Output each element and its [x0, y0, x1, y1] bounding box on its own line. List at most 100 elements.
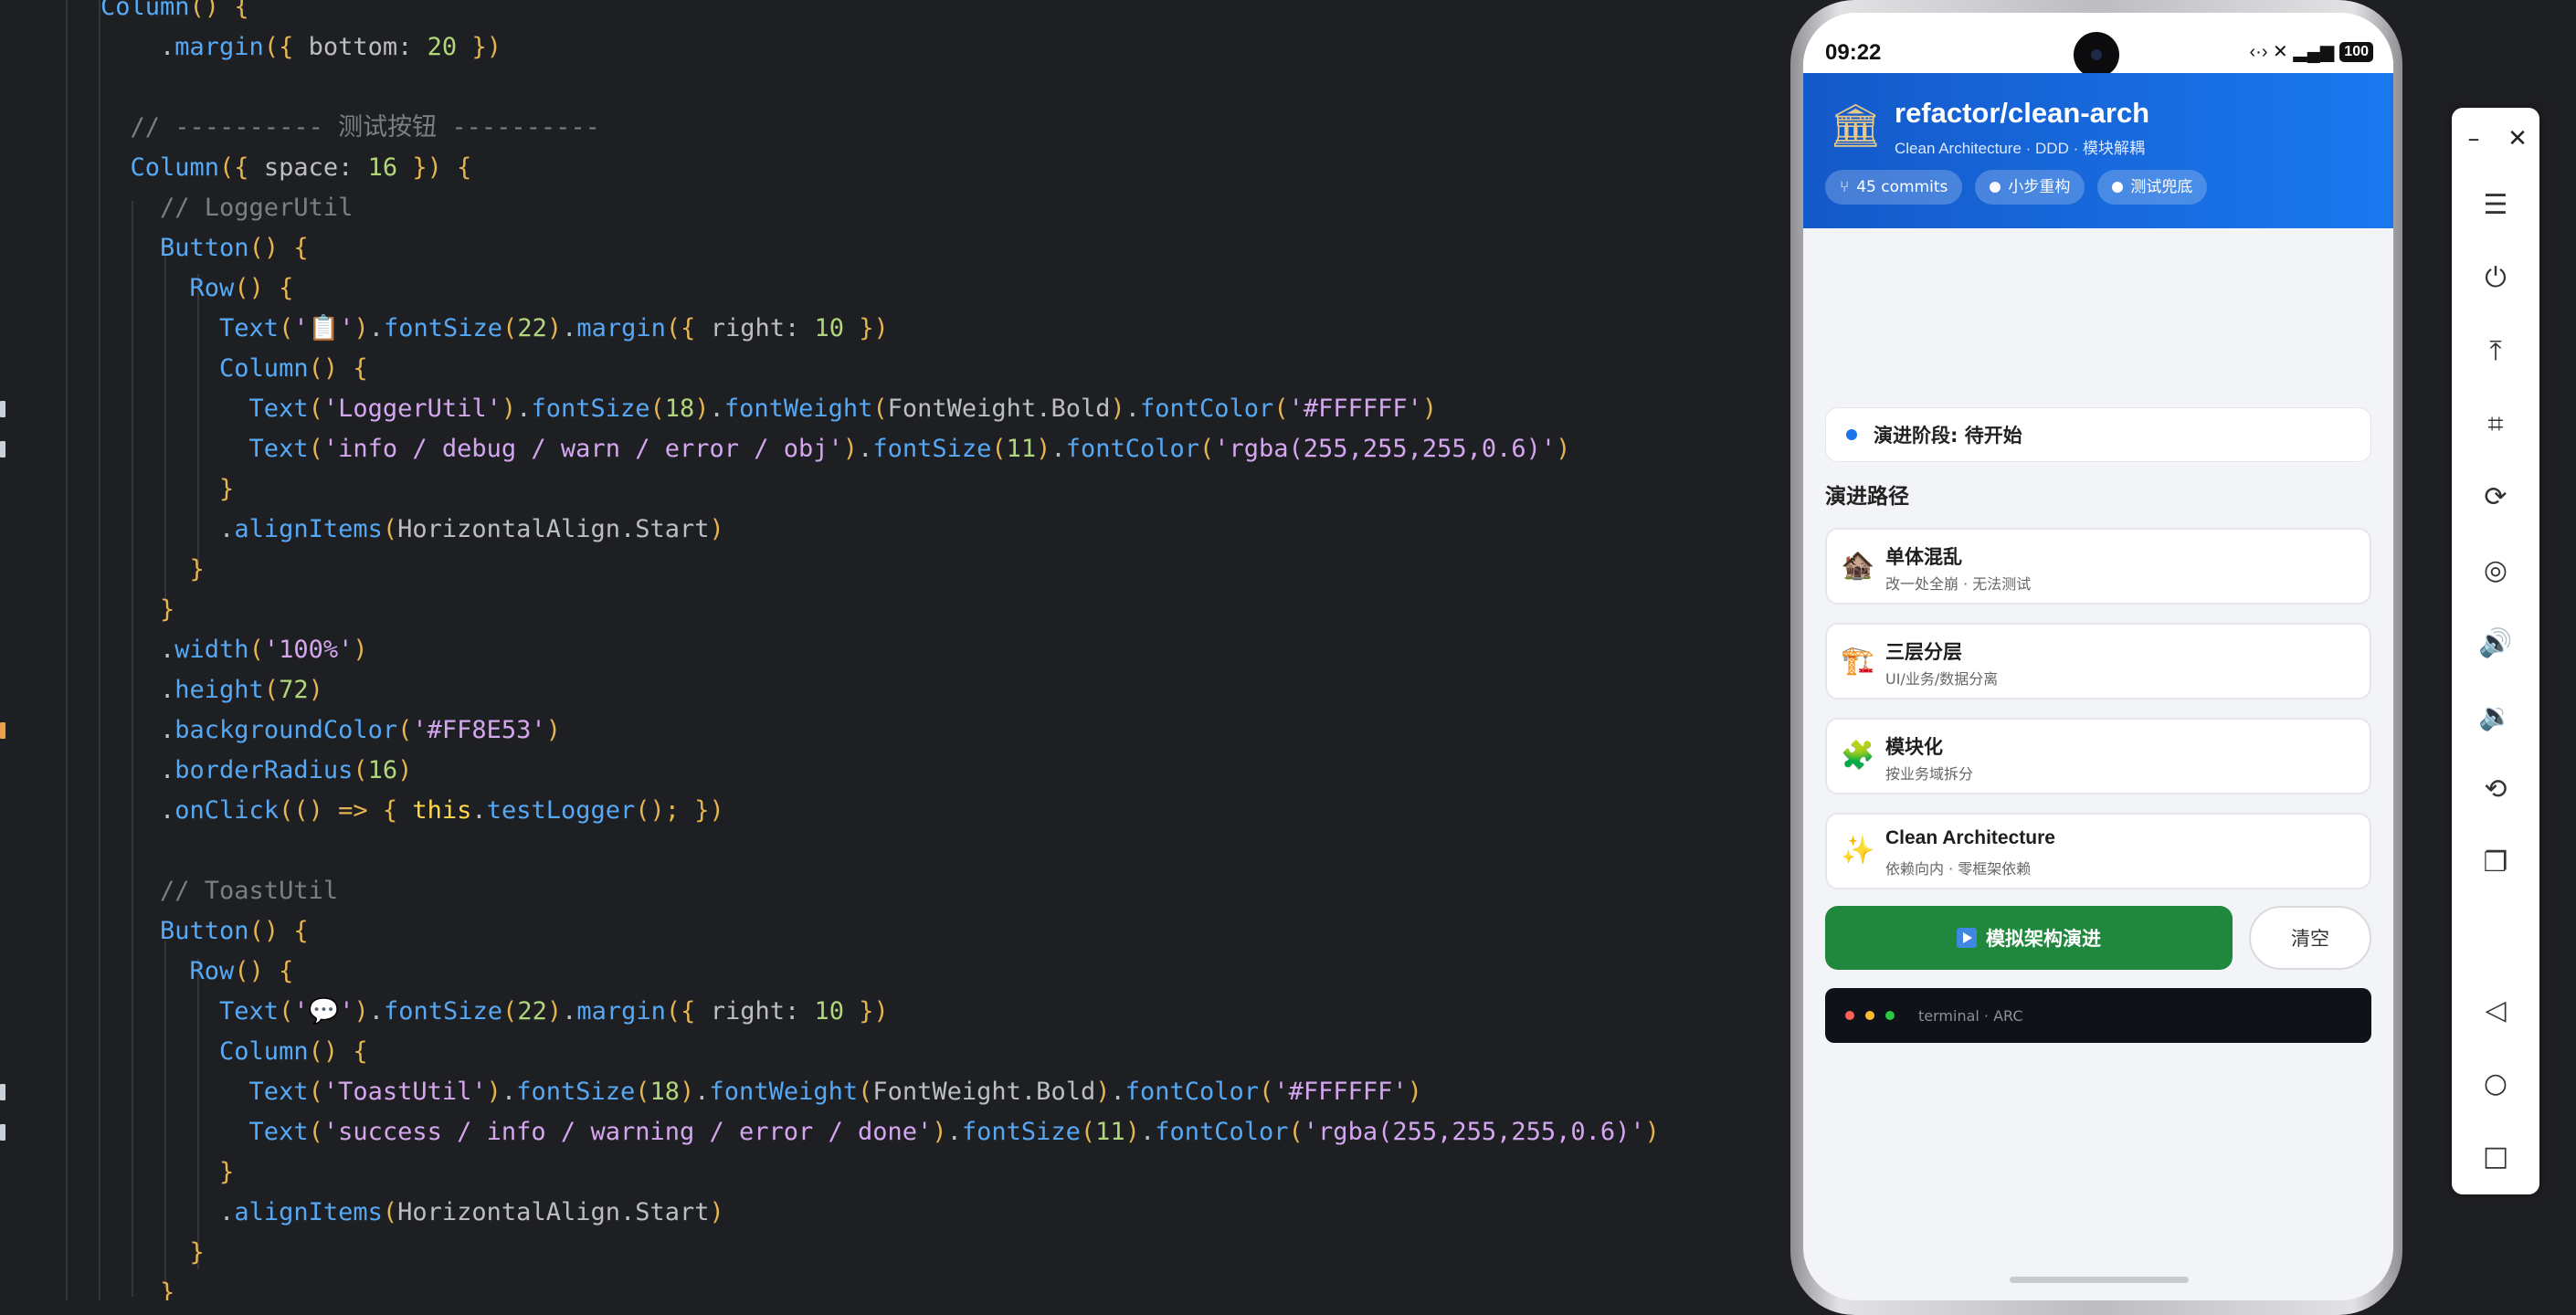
status-bar: 09:22 ‹·› ✕ ▂▄▆ 100 [1803, 13, 2393, 78]
sparkles-icon: ✨ [1841, 835, 1875, 867]
code-line: Text('LoggerUtil').fontSize(18).fontWeig… [100, 394, 1438, 423]
path-item[interactable]: ✨ Clean Architecture 依赖向内 · 零框架依赖 [1825, 813, 2371, 889]
code-line: .onClick(() => { this.testLogger(); }) [100, 796, 724, 825]
indent-guide [164, 256, 166, 603]
dot-icon [2112, 182, 2124, 193]
code-line: .margin({ bottom: 20 }) [100, 33, 501, 61]
volume-down-icon[interactable]: 🔉 [2452, 690, 2539, 742]
section-title: 演进路径 [1825, 485, 1909, 509]
front-camera [2074, 32, 2119, 78]
clear-label: 清空 [2291, 928, 2329, 950]
dot-icon [1990, 182, 2001, 193]
chip-label: 测试兜底 [2130, 178, 2193, 196]
code-line: .backgroundColor('#FF8E53') [100, 716, 561, 744]
code-line: } [100, 475, 235, 503]
branch-subtitle: Clean Architecture · DDD · 模块解耦 [1895, 140, 2145, 157]
code-editor[interactable]: Column() { .margin({ bottom: 20 }) // --… [0, 0, 1790, 1300]
code-line: } [100, 1158, 235, 1186]
app-header: 🏛 refactor/clean-arch Clean Architecture… [1803, 73, 2393, 228]
emulator-toolbar: – ✕ ☰ ⏻ ⤒ ⌗ ⟳ ◎ 🔊 🔉 ⟲ ❐ ◁ ○ □ [2452, 108, 2539, 1194]
code-line: Column() { [100, 0, 249, 21]
play-icon [1957, 928, 1977, 948]
code-line: Column() { [100, 1037, 368, 1066]
home-indicator[interactable] [2010, 1277, 2189, 1283]
recents-icon[interactable]: □ [2452, 1131, 2539, 1182]
menu-icon[interactable]: ☰ [2452, 179, 2539, 230]
code-line: .width('100%') [100, 636, 368, 664]
code-line: Text('💬').fontSize(22).margin({ right: 1… [100, 997, 889, 1026]
screenshot-icon[interactable]: ◎ [2452, 544, 2539, 595]
close-icon[interactable]: ✕ [2499, 121, 2536, 157]
battery-icon: 100 [2339, 41, 2373, 62]
gutter-change-marker [0, 722, 5, 739]
simulate-label: 模拟架构演进 [1986, 928, 2101, 950]
minimize-icon[interactable]: – [2455, 121, 2492, 157]
status-time: 09:22 [1825, 40, 1882, 65]
chip-label: 小步重构 [2008, 178, 2071, 196]
path-item-subtitle: 依赖向内 · 零框架依赖 [1885, 860, 2032, 878]
rotate-icon[interactable]: ⟳ [2452, 471, 2539, 522]
code-line: // ---------- 测试按钮 ---------- [100, 113, 600, 142]
rotate-device-icon[interactable]: ⟲ [2452, 763, 2539, 815]
code-line: Row() { [100, 274, 294, 302]
yellow-dot-icon [1865, 1011, 1874, 1020]
classical-building-icon: 🏛 [1829, 100, 1883, 150]
chip-label: 45 commits [1856, 178, 1948, 196]
code-line: Text('ToastUtil').fontSize(18).fontWeigh… [100, 1078, 1422, 1106]
test-chip: 测试兜底 [2097, 170, 2208, 205]
multi-device-icon[interactable]: ❐ [2452, 836, 2539, 888]
green-dot-icon [1885, 1011, 1895, 1020]
terminal-label: terminal · ARC [1918, 1006, 2023, 1025]
simulate-evolution-button[interactable]: 模拟架构演进 [1825, 906, 2233, 970]
status-icons: ‹·› ✕ ▂▄▆ 100 [2249, 40, 2373, 63]
home-icon[interactable]: ○ [2452, 1057, 2539, 1109]
small-step-chip: 小步重构 [1975, 170, 2085, 205]
power-icon[interactable]: ⏻ [2452, 252, 2539, 303]
code-line: } [100, 595, 175, 624]
code-line: // ToastUtil [100, 877, 339, 905]
commits-chip: ⑂ 45 commits [1825, 170, 1963, 205]
gutter-change-marker [0, 1084, 5, 1100]
code-line: Button() { [100, 917, 309, 945]
crop-icon[interactable]: ⌗ [2452, 398, 2539, 449]
code-line: } [100, 1238, 205, 1267]
puzzle-piece-icon: 🧩 [1841, 740, 1875, 772]
path-item[interactable]: 🏚️ 单体混乱改一处全崩 · 无法测试 [1825, 528, 2371, 605]
branch-icon: ⑂ [1840, 178, 1850, 196]
derelict-house-icon: 🏚️ [1841, 550, 1875, 582]
path-item-subtitle: 改一处全崩 · 无法测试 [1885, 575, 2032, 593]
code-line: } [100, 555, 205, 584]
code-line: } [100, 1278, 175, 1300]
red-dot-icon [1845, 1011, 1854, 1020]
code-line: .alignItems(HorizontalAlign.Start) [100, 515, 724, 543]
path-item-title: 模块化 [1885, 737, 1943, 758]
path-item-title: 单体混乱 [1885, 547, 1962, 568]
code-line: // LoggerUtil [100, 194, 354, 222]
code-line: Text('success / info / warning / error /… [100, 1118, 1660, 1146]
code-line: .alignItems(HorizontalAlign.Start) [100, 1198, 724, 1226]
indent-guide [66, 0, 68, 1300]
terminal-panel: terminal · ARC [1825, 988, 2371, 1043]
construction-crane-icon: 🏗️ [1841, 645, 1875, 677]
path-item[interactable]: 🏗️ 三层分层 UI/业务/数据分离 [1825, 623, 2371, 700]
code-line: Row() { [100, 957, 294, 985]
code-line: Column() { [100, 354, 368, 383]
path-item-subtitle: UI/业务/数据分离 [1885, 670, 1999, 688]
code-line: Button() { [100, 234, 309, 262]
volume-up-icon[interactable]: 🔊 [2452, 617, 2539, 668]
stage-status-card: 演进阶段: 待开始 [1825, 407, 2371, 462]
clear-button[interactable]: 清空 [2249, 906, 2371, 970]
code-line: Text('info / debug / warn / error / obj'… [100, 435, 1571, 463]
path-item[interactable]: 🧩 模块化按业务域拆分 [1825, 718, 2371, 794]
gutter-change-marker [0, 441, 5, 458]
path-item-subtitle: 按业务域拆分 [1885, 765, 1974, 783]
branch-title: refactor/clean-arch [1895, 97, 2150, 129]
code-line: Column({ space: 16 }) { [100, 153, 472, 182]
stage-label: 演进阶段: 待开始 [1874, 425, 2022, 447]
back-icon[interactable]: ◁ [2452, 984, 2539, 1036]
code-line: Text('📋').fontSize(22).margin({ right: 1… [100, 314, 889, 342]
header-chips: ⑂ 45 commits 小步重构 测试兜底 [1825, 170, 2208, 205]
signal-icons: ‹·› ✕ ▂▄▆ [2249, 42, 2335, 62]
pin-top-icon[interactable]: ⤒ [2452, 325, 2539, 376]
phone-screen: 09:22 ‹·› ✕ ▂▄▆ 100 🏛 refactor/clean-arc… [1803, 13, 2393, 1300]
